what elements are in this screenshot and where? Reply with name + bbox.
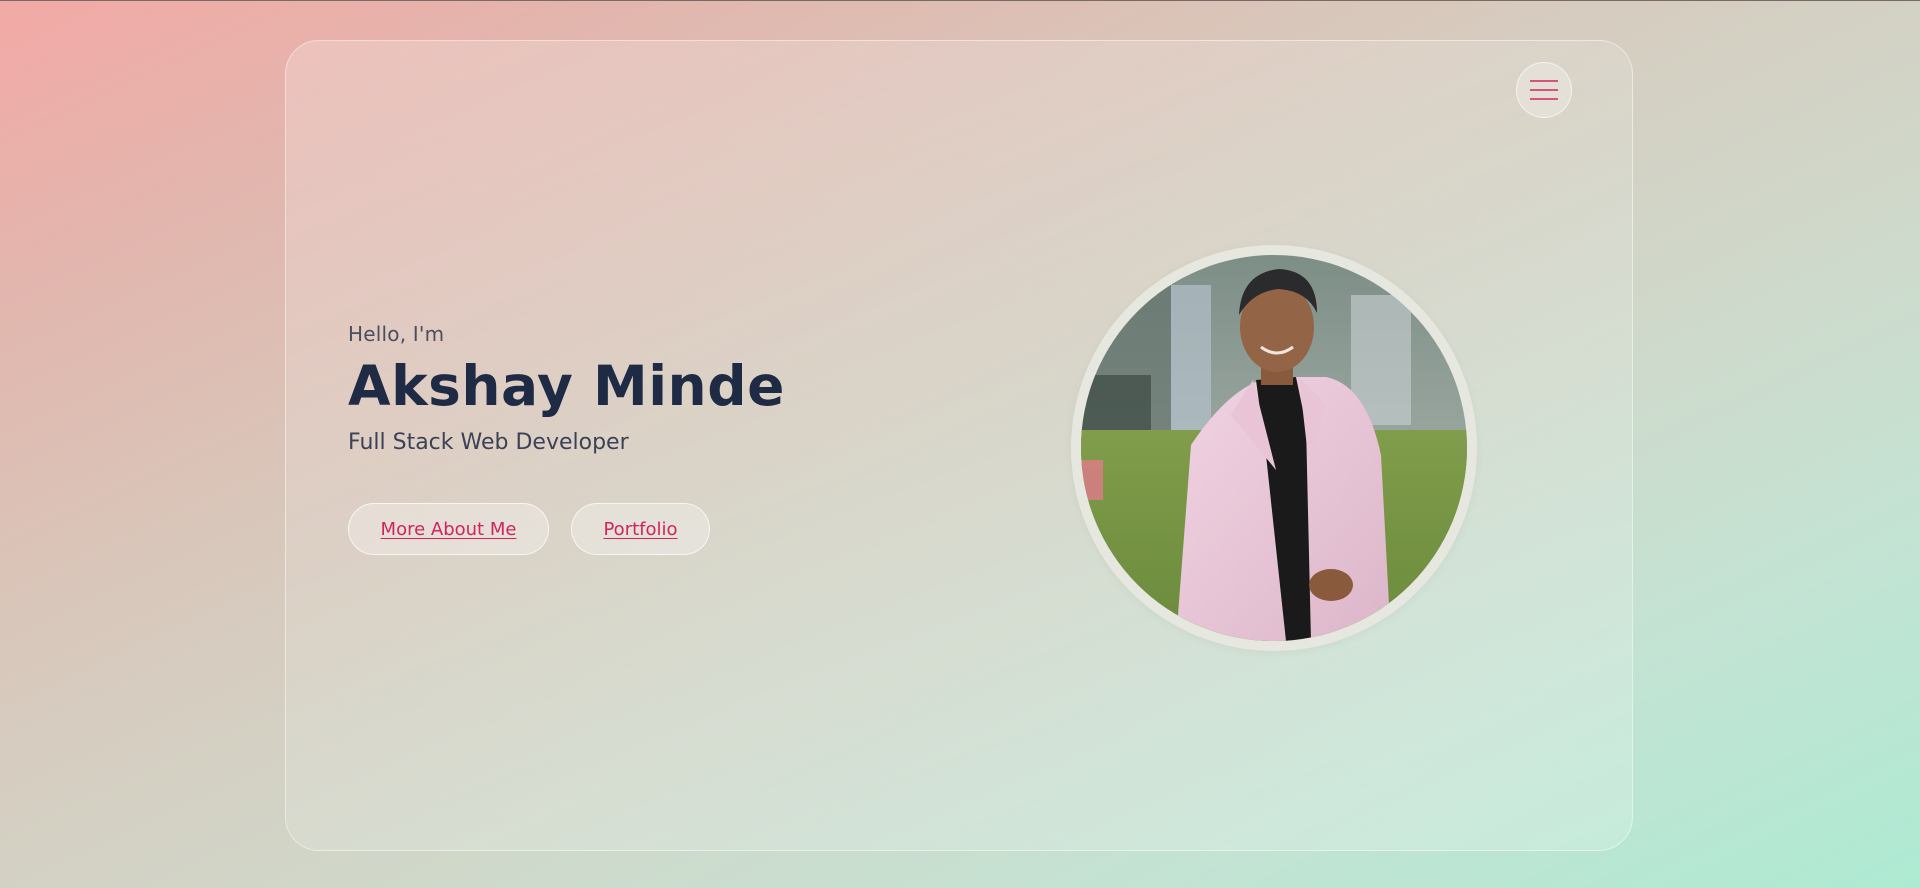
greeting-text: Hello, I'm	[348, 322, 445, 346]
menu-button[interactable]	[1516, 62, 1572, 118]
hero-name: Akshay Minde	[348, 354, 785, 418]
more-about-me-button[interactable]: More About Me	[348, 503, 549, 555]
hero-intro: Hello, I'm Akshay Minde Full Stack Web D…	[348, 322, 785, 455]
portfolio-button[interactable]: Portfolio	[571, 503, 710, 555]
top-border	[0, 0, 1920, 1]
hamburger-menu-icon	[1530, 80, 1558, 100]
profile-photo-frame	[1071, 245, 1477, 651]
profile-photo	[1081, 255, 1467, 641]
hero-role: Full Stack Web Developer	[348, 429, 629, 455]
